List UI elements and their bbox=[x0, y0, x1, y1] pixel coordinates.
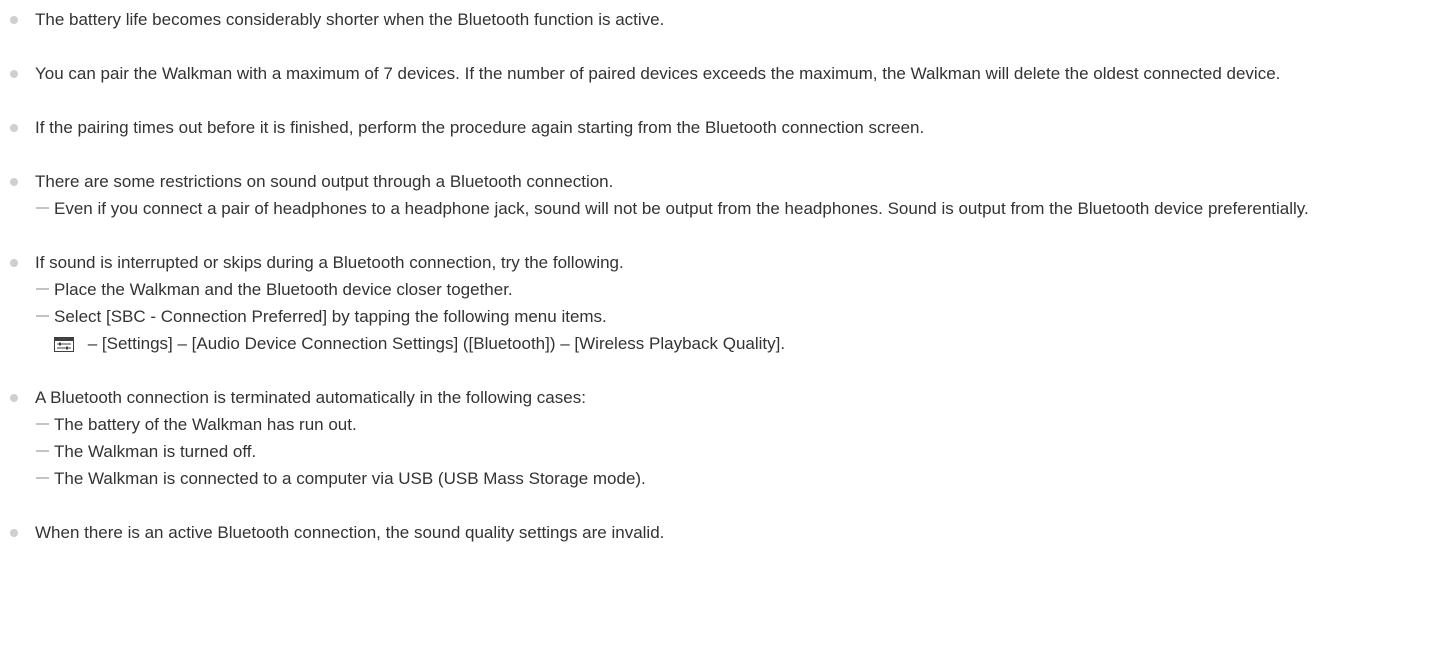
note-text: If the pairing times out before it is fi… bbox=[35, 118, 925, 137]
sub-item: The Walkman is turned off. bbox=[35, 438, 1417, 465]
bullet-icon bbox=[10, 529, 18, 537]
note-item: If the pairing times out before it is fi… bbox=[8, 114, 1417, 141]
dash-icon bbox=[36, 477, 49, 479]
bullet-icon bbox=[10, 16, 18, 24]
note-item: There are some restrictions on sound out… bbox=[8, 168, 1417, 222]
notes-list: The battery life becomes considerably sh… bbox=[0, 0, 1429, 546]
note-text: You can pair the Walkman with a maximum … bbox=[35, 64, 1281, 83]
sub-item: Even if you connect a pair of headphones… bbox=[35, 195, 1417, 222]
dash-icon bbox=[36, 423, 49, 425]
sub-item-text: The battery of the Walkman has run out. bbox=[54, 415, 357, 434]
note-text: The battery life becomes considerably sh… bbox=[35, 10, 665, 29]
sub-item: The battery of the Walkman has run out. bbox=[35, 411, 1417, 438]
note-text: A Bluetooth connection is terminated aut… bbox=[35, 388, 586, 407]
bullet-icon bbox=[10, 124, 18, 132]
note-text: If sound is interrupted or skips during … bbox=[35, 253, 624, 272]
sub-list: Place the Walkman and the Bluetooth devi… bbox=[35, 276, 1417, 357]
note-item: The battery life becomes considerably sh… bbox=[8, 6, 1417, 33]
dash-icon bbox=[36, 288, 49, 290]
menu-path: – [Settings] – [Audio Device Connection … bbox=[54, 330, 1417, 357]
note-item: When there is an active Bluetooth connec… bbox=[8, 519, 1417, 546]
sub-item-text: Place the Walkman and the Bluetooth devi… bbox=[54, 280, 513, 299]
bullet-icon bbox=[10, 178, 18, 186]
sub-item-text: Select [SBC - Connection Preferred] by t… bbox=[54, 307, 607, 326]
sub-item-text: Even if you connect a pair of headphones… bbox=[54, 199, 1309, 218]
dash-icon bbox=[36, 450, 49, 452]
options-menu-icon bbox=[54, 337, 74, 352]
sub-list: Even if you connect a pair of headphones… bbox=[35, 195, 1417, 222]
menu-path-text: – [Settings] – [Audio Device Connection … bbox=[87, 334, 786, 353]
sub-item-text: The Walkman is turned off. bbox=[54, 442, 257, 461]
dash-icon bbox=[36, 315, 49, 317]
sub-list: The battery of the Walkman has run out. … bbox=[35, 411, 1417, 492]
bullet-icon bbox=[10, 70, 18, 78]
bullet-icon bbox=[10, 394, 18, 402]
bullet-icon bbox=[10, 259, 18, 267]
dash-icon bbox=[36, 207, 49, 209]
note-text: When there is an active Bluetooth connec… bbox=[35, 523, 665, 542]
note-item: A Bluetooth connection is terminated aut… bbox=[8, 384, 1417, 492]
sub-item-text: The Walkman is connected to a computer v… bbox=[54, 469, 646, 488]
sub-item: The Walkman is connected to a computer v… bbox=[35, 465, 1417, 492]
note-item: If sound is interrupted or skips during … bbox=[8, 249, 1417, 357]
sub-item: Place the Walkman and the Bluetooth devi… bbox=[35, 276, 1417, 303]
note-text: There are some restrictions on sound out… bbox=[35, 172, 614, 191]
note-item: You can pair the Walkman with a maximum … bbox=[8, 60, 1417, 87]
sub-item: Select [SBC - Connection Preferred] by t… bbox=[35, 303, 1417, 357]
